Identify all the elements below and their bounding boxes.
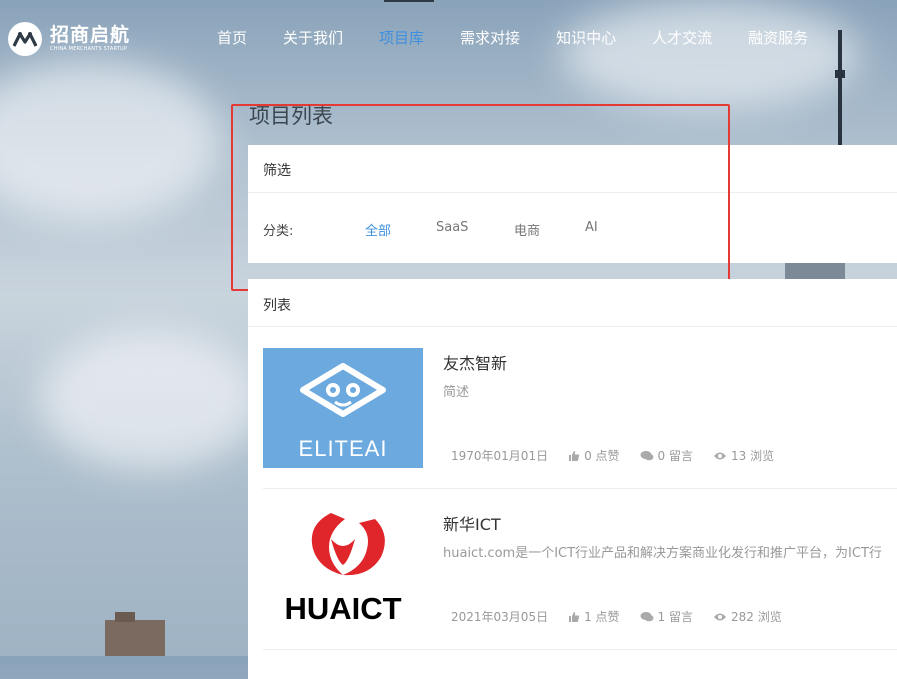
brand-name-en: CHINA MERCHANTS STARTUP xyxy=(50,46,128,52)
comment-count[interactable]: 0 留言 xyxy=(640,447,693,464)
item-divider xyxy=(263,488,897,489)
project-list-card: 列表 ELITEAI 友杰智新 简述 1970年01月01日 0 点赞 0 留言… xyxy=(248,279,897,679)
huaict-logo-text: HUAICT xyxy=(284,591,401,626)
brand-logo[interactable]: 招商启航 CHINA MERCHANTS STARTUP xyxy=(8,22,130,56)
view-count: 13 浏览 xyxy=(713,447,774,464)
view-count: 282 浏览 xyxy=(713,608,782,625)
nav-item-home[interactable]: 首页 xyxy=(217,28,247,48)
eye-icon xyxy=(714,613,726,620)
logo-mark-icon xyxy=(8,22,42,56)
background-building xyxy=(105,612,165,656)
thumbs-up-icon xyxy=(569,611,580,622)
project-title[interactable]: 新华ICT xyxy=(443,511,501,535)
thumbs-up-icon xyxy=(569,450,580,461)
nav-item-knowledge[interactable]: 知识中心 xyxy=(556,28,616,48)
project-meta: 2021年03月05日 1 点赞 1 留言 282 浏览 xyxy=(451,608,802,625)
comment-count-text: 1 留言 xyxy=(657,610,693,624)
like-count[interactable]: 0 点赞 xyxy=(568,447,620,464)
nav-item-financing[interactable]: 融资服务 xyxy=(748,28,808,48)
item-divider xyxy=(263,649,897,650)
comment-icon xyxy=(640,450,654,460)
nav-item-talent[interactable]: 人才交流 xyxy=(652,28,712,48)
nav-item-about[interactable]: 关于我们 xyxy=(283,28,343,48)
list-header: 列表 xyxy=(263,298,291,314)
project-date: 1970年01月01日 xyxy=(451,449,549,463)
eliteai-logo-text: ELITEAI xyxy=(299,436,388,461)
comment-icon xyxy=(640,611,654,621)
like-count-text: 1 点赞 xyxy=(584,610,620,624)
view-count-text: 282 浏览 xyxy=(731,610,782,624)
project-description: 简述 xyxy=(443,385,470,400)
project-meta: 1970年01月01日 0 点赞 0 留言 13 浏览 xyxy=(451,447,794,464)
comment-count-text: 0 留言 xyxy=(657,449,693,463)
like-count-text: 0 点赞 xyxy=(584,449,620,463)
project-description: huaict.com是一个ICT行业产品和解决方案商业化发行和推广平台，为ICT… xyxy=(443,546,882,561)
site-header: 招商启航 CHINA MERCHANTS STARTUP 首页 关于我们 项目库… xyxy=(0,0,897,76)
nav-item-projects[interactable]: 项目库 xyxy=(379,28,424,48)
eye-icon xyxy=(714,452,726,459)
like-count[interactable]: 1 点赞 xyxy=(568,608,620,625)
nav-active-indicator xyxy=(384,0,434,2)
main-nav: 首页 关于我们 项目库 需求对接 知识中心 人才交流 融资服务 xyxy=(217,28,844,48)
brand-name-cn: 招商启航 xyxy=(50,24,131,46)
comment-count[interactable]: 1 留言 xyxy=(640,608,693,625)
project-title[interactable]: 友杰智新 xyxy=(443,350,507,374)
list-divider xyxy=(248,326,897,327)
project-date: 2021年03月05日 xyxy=(451,610,549,624)
project-thumbnail-eliteai[interactable]: ELITEAI xyxy=(263,348,423,468)
nav-item-demand[interactable]: 需求对接 xyxy=(460,28,520,48)
view-count-text: 13 浏览 xyxy=(731,449,775,463)
highlight-annotation-box xyxy=(231,104,730,291)
project-thumbnail-huaict[interactable]: HUAICT xyxy=(263,509,423,629)
